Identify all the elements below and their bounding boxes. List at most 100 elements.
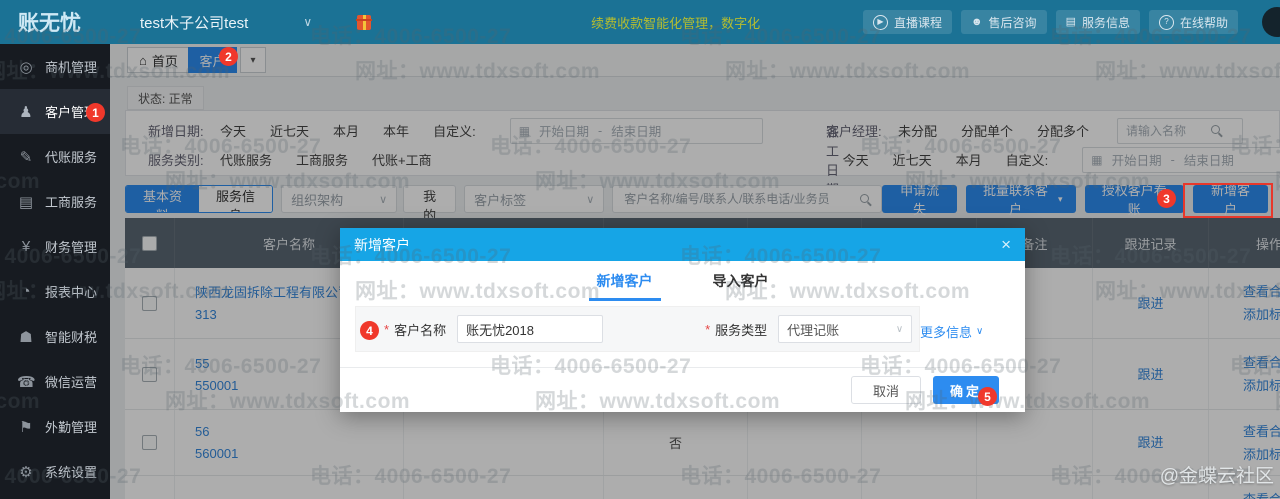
table-cell: 跟进 [1093,339,1209,409]
manager-search-input[interactable] [1124,123,1206,139]
batch-contact-button[interactable]: 批量联系客户 ▾ [966,185,1075,213]
tab-home-label: 首页 [152,51,178,70]
follow-link[interactable]: 跟进 [1137,294,1163,313]
sidebar-item[interactable]: ⚙系统设置 [0,449,110,494]
filter-option[interactable]: 近七天 [893,150,932,169]
filter-option[interactable]: 工商服务 [296,150,348,169]
action-link[interactable]: 查看合同 [1243,490,1280,499]
row-checkbox[interactable] [142,296,157,311]
mine-button[interactable]: 我的 [403,185,456,213]
filter-option[interactable]: 未分配 [898,121,937,140]
action-link[interactable]: 添加标记 [1243,376,1280,395]
customer-name-link[interactable]: 56 [195,422,209,441]
filter-option[interactable]: 本月 [956,150,982,169]
customer-name-link[interactable]: 陕西龙固拆除工程有限公司 [195,283,351,302]
community-watermark: @金蝶云社区 [1160,461,1274,488]
table-cell [977,476,1093,499]
date-range-input[interactable]: ▦开始日期-结束日期 [1082,147,1280,173]
sidebar-item[interactable]: ◎商机管理 [0,44,110,89]
customer-search-input[interactable] [622,191,853,207]
customer-name-input[interactable] [457,315,603,343]
view-tab-group: 基本资料 服务信息 [125,185,273,213]
follow-link[interactable]: 跟进 [1137,433,1163,452]
tag-select[interactable]: 客户标签 ∨ [464,185,604,213]
sidebar-item[interactable]: ☎微信运营 [0,359,110,404]
action-link[interactable]: 查看合同 [1243,422,1280,441]
cancel-button[interactable]: 取消 [851,376,921,404]
table-header-cell: 操作 [1209,218,1280,268]
live-course-button[interactable]: ▶ 直播课程 [863,10,952,34]
sidebar-item[interactable]: ▤工商服务 [0,179,110,224]
filter-option[interactable]: 代账+工商 [372,150,432,169]
sidebar-item[interactable]: ☗智能财税 [0,314,110,359]
filter-option[interactable]: 本月 [333,121,359,140]
view-tab-basic[interactable]: 基本资料 [126,186,199,212]
app-window: 账无忧 test木子公司test ∨ 续费收款智能化管理，数字化 ▶ 直播课程 … [0,0,1280,499]
modal-tabs: 新增客户 导入客户 [340,261,1025,301]
view-tab-service[interactable]: 服务信息 [199,186,272,212]
table-cell: 跟进 [1093,268,1209,338]
action-link[interactable]: 查看合同 [1243,282,1280,301]
follow-link[interactable]: 跟进 [1137,365,1163,384]
apply-loss-button[interactable]: 申请流失 [882,185,957,213]
filter-option[interactable]: 今天 [220,121,246,140]
live-course-label: 直播课程 [894,14,942,31]
filter-option[interactable]: 近七天 [270,121,309,140]
sidebar-item[interactable]: ¥财务管理 [0,224,110,269]
table-row: 56560001否跟进查看合同添加标记 [125,410,1280,476]
table-cell: 否 [604,476,748,499]
filter-option[interactable]: 自定义: [1006,150,1049,169]
gift-icon[interactable] [357,15,371,30]
filter-option[interactable]: 自定义: [433,121,476,140]
filter-option[interactable]: 本年 [383,121,409,140]
filter-option[interactable]: 今天 [843,150,869,169]
customer-code-link[interactable]: 550001 [195,376,238,395]
org-select[interactable]: 组织架构 ∨ [281,185,397,213]
date-range-input[interactable]: ▦开始日期-结束日期 [510,118,763,144]
manager-search [1117,118,1243,144]
modal-title: 新增客户 [354,235,410,255]
filter-option[interactable]: 代账服务 [220,150,272,169]
annotation-highlight-box [1183,183,1273,218]
calendar-icon: ▦ [1091,153,1102,167]
filter-option[interactable]: 分配多个 [1037,121,1089,140]
opportunity-icon: ◎ [17,58,35,76]
customer-code-link[interactable]: 560001 [195,444,238,463]
more-info-link[interactable]: 更多信息 ∨ [920,322,983,341]
header-checkbox[interactable] [142,236,157,251]
table-cell [404,410,604,475]
report-icon: ◔ [17,283,35,300]
online-help-button[interactable]: ? 在线帮助 [1149,10,1238,34]
action-link[interactable]: 添加标记 [1243,305,1280,324]
customer-code-link[interactable]: 313 [195,305,217,324]
sidebar-item-label: 系统设置 [45,462,97,481]
finance-icon: ¥ [17,238,35,255]
close-icon[interactable]: × [1001,236,1011,253]
service-info-button[interactable]: ▤ 服务信息 [1056,10,1140,34]
company-caret-icon[interactable]: ∨ [303,15,312,29]
after-sales-button[interactable]: ☻ 售后咨询 [961,10,1047,34]
tab-dropdown-button[interactable]: ▾ [240,47,266,73]
company-selector[interactable]: test木子公司test [140,12,248,33]
search-icon[interactable] [859,193,872,206]
row-checkbox[interactable] [142,435,157,450]
avatar[interactable] [1262,7,1280,37]
customer-name-link[interactable]: 55 [195,354,209,373]
search-icon[interactable] [1210,124,1223,137]
service-type-select[interactable]: 代理记账 ∨ [778,315,912,343]
sidebar-item[interactable]: ◔ 报表中心 [0,269,110,314]
tab-home[interactable]: ⌂ 首页 [127,47,190,73]
row-checkbox[interactable] [142,367,157,382]
sidebar-item[interactable]: ⚑外勤管理 [0,404,110,449]
customer-name-field-group: * 客户名称 [384,315,603,343]
modal-tab-add[interactable]: 新增客户 [589,265,661,301]
action-link[interactable]: 查看合同 [1243,353,1280,372]
filter-option[interactable]: 分配单个 [961,121,1013,140]
annotation-badge-5: 5 [978,387,997,406]
modal-tab-import[interactable]: 导入客户 [705,265,777,301]
sidebar-item-label: 报表中心 [45,282,97,301]
sidebar-item[interactable]: ✎代账服务 [0,134,110,179]
tabstrip: ⌂ 首页 客户 ▾ [110,44,1280,77]
business-icon: ▤ [17,193,35,211]
chevron-down-icon: ∨ [379,193,387,206]
